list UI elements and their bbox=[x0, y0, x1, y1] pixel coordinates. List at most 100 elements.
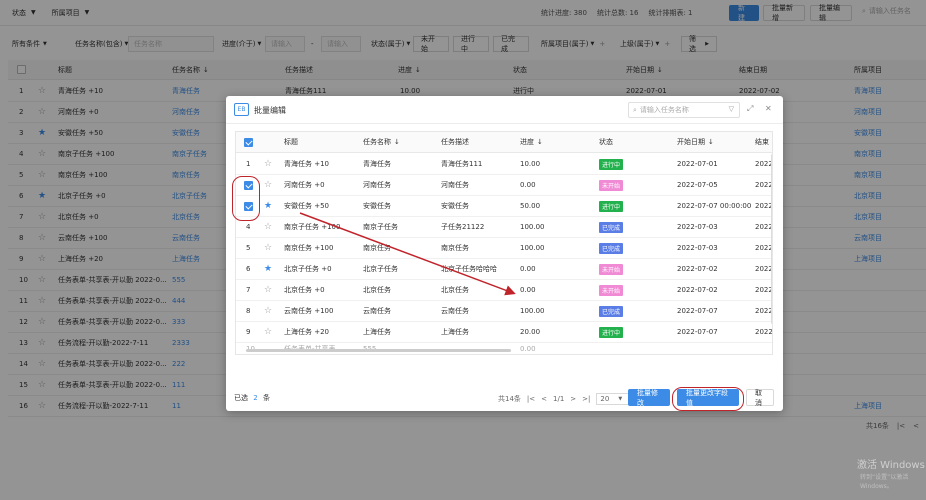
status-badge: 未开始 bbox=[599, 179, 624, 191]
star-icon[interactable]: ☆ bbox=[264, 217, 272, 237]
cell-desc: 安徽任务 bbox=[441, 202, 469, 210]
vertical-scrollbar[interactable] bbox=[771, 154, 772, 324]
cell-title: 青海任务 +10 bbox=[284, 160, 329, 168]
row-index: 9 bbox=[246, 328, 251, 336]
prev-page-icon[interactable]: < bbox=[541, 395, 547, 403]
cell-status: 未开始 bbox=[599, 175, 624, 195]
cell-status: 进行中 bbox=[599, 196, 624, 216]
cell-status: 已完成 bbox=[599, 217, 624, 237]
modal-table-row[interactable]: 5 ☆ 南京任务 +100 南京任务 南京任务 100.00 已完成 2022-07-03 20… bbox=[236, 238, 772, 259]
horizontal-scrollbar[interactable] bbox=[246, 349, 511, 352]
cell-title: 云南任务 +100 bbox=[284, 307, 334, 315]
cell-title: 上海任务 +20 bbox=[284, 328, 329, 336]
modal-table-row[interactable]: ★ 安徽任务 +50 安徽任务 安徽任务 50.00 进行中 2022-07-07 00:0… bbox=[236, 196, 772, 217]
batch-edit-modal: EB 批量编辑 ⌕ 请输入任务名称 ▽ ⤢ ✕ 标题 任务名称 ↓ 任务描述 进度… bbox=[226, 96, 783, 411]
close-icon[interactable]: ✕ bbox=[765, 104, 772, 113]
cell-desc: 河南任务 bbox=[441, 181, 469, 189]
modal-header-task-name[interactable]: 任务名称 ↓ bbox=[363, 132, 400, 152]
expand-icon[interactable]: ⤢ bbox=[747, 104, 753, 114]
modal-table-row[interactable]: 7 ☆ 北京任务 +0 北京任务 北京任务 0.00 未开始 2022-07-02 2022 bbox=[236, 280, 772, 301]
cell-progress: 20.00 bbox=[520, 328, 541, 336]
modal-table-row[interactable]: 1 ☆ 青海任务 +10 青海任务 青海任务111 10.00 进行中 2022-07-01 2… bbox=[236, 154, 772, 175]
modal-header-start[interactable]: 开始日期 ↓ bbox=[677, 132, 714, 152]
star-icon[interactable]: ☆ bbox=[264, 280, 272, 300]
filter-icon[interactable]: ▽ bbox=[729, 105, 734, 113]
star-icon[interactable]: ☆ bbox=[264, 175, 272, 195]
chevron-down-icon: ▼ bbox=[618, 396, 623, 402]
modal-header-progress-text: 进度 bbox=[520, 138, 534, 146]
next-page-icon[interactable]: > bbox=[570, 395, 576, 403]
cell-progress: 0.00 bbox=[520, 181, 536, 189]
sort-down-icon: ↓ bbox=[394, 138, 400, 146]
row-index: 7 bbox=[246, 286, 251, 294]
selected-suffix: 条 bbox=[262, 394, 270, 402]
star-icon[interactable]: ☆ bbox=[264, 322, 272, 342]
pager-total: 共14条 bbox=[498, 395, 521, 403]
cell-status: 未开始 bbox=[599, 280, 624, 300]
page-size-select[interactable]: 20 ▼ bbox=[596, 393, 633, 405]
batch-modify-button[interactable]: 批量修改 bbox=[628, 389, 670, 407]
modal-table-header: 标题 任务名称 ↓ 任务描述 进度 ↓ 状态 开始日期 ↓ 结束 bbox=[236, 132, 772, 153]
modal-table-row[interactable]: 8 ☆ 云南任务 +100 云南任务 云南任务 100.00 已完成 2022-07-07 20… bbox=[236, 301, 772, 322]
modal-logo: EB bbox=[234, 103, 249, 116]
star-icon[interactable]: ☆ bbox=[264, 301, 272, 321]
cell-status: 已完成 bbox=[599, 301, 624, 321]
modal-header-task-name-text: 任务名称 bbox=[363, 138, 391, 146]
cell-name: 云南任务 bbox=[363, 307, 391, 315]
cell-progress: 100.00 bbox=[520, 244, 545, 252]
selected-count-text: 已选 2 条 bbox=[234, 393, 270, 403]
modal-table-row[interactable]: 4 ☆ 南京子任务 +100 南京子任务 子任务21122 100.00 已完成 2022-0… bbox=[236, 217, 772, 238]
modal-header-progress[interactable]: 进度 ↓ bbox=[520, 132, 543, 152]
cell-title: 北京子任务 +0 bbox=[284, 265, 332, 273]
modal-search-input[interactable]: ⌕ 请输入任务名称 ▽ bbox=[628, 102, 740, 118]
cell-progress: 50.00 bbox=[520, 202, 541, 210]
modal-search-placeholder: 请输入任务名称 bbox=[639, 106, 689, 114]
cancel-button[interactable]: 取消 bbox=[746, 389, 774, 407]
cell-title: 安徽任务 +50 bbox=[284, 202, 329, 210]
status-badge: 未开始 bbox=[599, 284, 624, 296]
cell-desc: 青海任务111 bbox=[441, 160, 483, 168]
annotation-button-highlight bbox=[672, 387, 744, 411]
cell-name: 安徽任务 bbox=[363, 202, 391, 210]
modal-header-title[interactable]: 标题 bbox=[284, 132, 298, 152]
cell-start: 2022-07-07 bbox=[677, 307, 718, 315]
modal-table-row[interactable]: ☆ 河南任务 +0 河南任务 河南任务 0.00 未开始 2022-07-05 2022 bbox=[236, 175, 772, 196]
status-badge: 已完成 bbox=[599, 242, 624, 254]
row-index: 1 bbox=[246, 160, 251, 168]
modal-header-start-text: 开始日期 bbox=[677, 138, 705, 146]
star-icon[interactable]: ★ bbox=[264, 196, 272, 216]
selected-prefix: 已选 bbox=[234, 394, 248, 402]
modal-header-end[interactable]: 结束 bbox=[755, 132, 769, 152]
cell-name: 河南任务 bbox=[363, 181, 391, 189]
cell-start: 2022-07-02 bbox=[677, 286, 718, 294]
modal-header-status[interactable]: 状态 bbox=[599, 132, 613, 152]
cell-progress: 100.00 bbox=[520, 307, 545, 315]
activation-watermark: 激活 Windows bbox=[857, 460, 925, 471]
pager-page: 1/1 bbox=[553, 395, 565, 403]
modal-table-row[interactable]: 9 ☆ 上海任务 +20 上海任务 上海任务 20.00 进行中 2022-07-07 2022 bbox=[236, 322, 772, 343]
cell-desc: 上海任务 bbox=[441, 328, 469, 336]
cell-status: 进行中 bbox=[599, 154, 624, 174]
cell-desc: 南京任务 bbox=[441, 244, 469, 252]
cell-title: 南京任务 +100 bbox=[284, 244, 334, 252]
star-icon[interactable]: ☆ bbox=[264, 238, 272, 258]
modal-header-desc[interactable]: 任务描述 bbox=[441, 132, 469, 152]
cell-desc: 子任务21122 bbox=[441, 223, 485, 231]
status-badge: 未开始 bbox=[599, 263, 624, 275]
last-page-icon[interactable]: >| bbox=[582, 395, 590, 403]
row-index: 6 bbox=[246, 265, 251, 273]
star-icon[interactable]: ☆ bbox=[264, 154, 272, 174]
cell-name: 上海任务 bbox=[363, 328, 391, 336]
cell-status: 进行中 bbox=[599, 322, 624, 342]
cell-start: 2022-07-01 bbox=[677, 160, 718, 168]
row-index: 5 bbox=[246, 244, 251, 252]
first-page-icon[interactable]: |< bbox=[527, 395, 535, 403]
partial-row-progress: 0.00 bbox=[520, 345, 536, 353]
cell-start: 2022-07-03 bbox=[677, 244, 718, 252]
modal-pager: 共14条 |< < 1/1 > >| 20 ▼ bbox=[498, 393, 638, 405]
modal-select-all[interactable] bbox=[244, 132, 253, 152]
row-index: 8 bbox=[246, 307, 251, 315]
modal-table-row[interactable]: 6 ★ 北京子任务 +0 北京子任务 北京子任务哈哈哈 0.00 未开始 2022-07-02… bbox=[236, 259, 772, 280]
status-badge: 进行中 bbox=[599, 158, 624, 170]
star-icon[interactable]: ★ bbox=[264, 259, 272, 279]
